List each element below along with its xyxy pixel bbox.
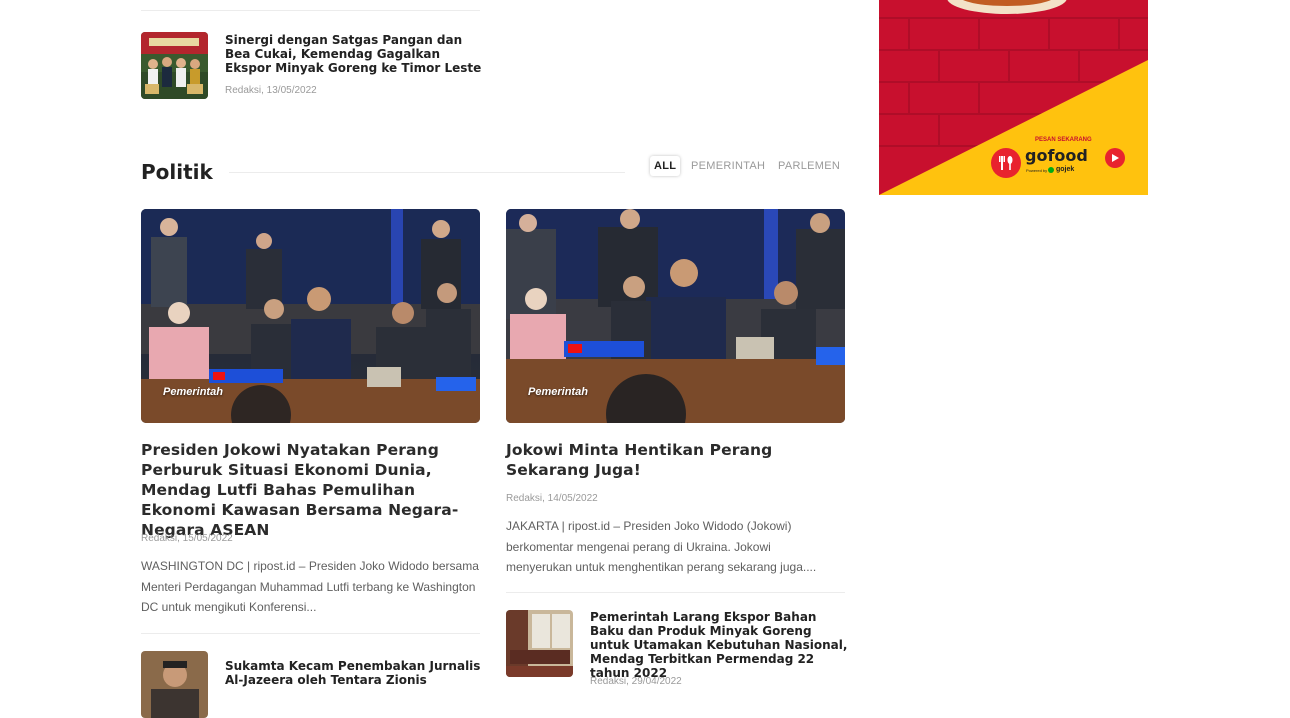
gofood-brand: gofood bbox=[1025, 146, 1088, 165]
top-article-meta: Redaksi, 13/05/2022 bbox=[225, 85, 317, 96]
list-item-title-right[interactable]: Pemerintah Larang Ekspor Bahan Baku dan … bbox=[590, 610, 848, 680]
thumbnail-image bbox=[141, 32, 208, 99]
play-icon[interactable] bbox=[1105, 148, 1125, 168]
powered-by-text: Powered by bbox=[1026, 168, 1048, 173]
featured-meta-left: Redaksi, 15/05/2022 bbox=[141, 533, 233, 544]
gofood-ad-banner[interactable]: PESAN SEKARANG gofood Powered by gojek bbox=[879, 0, 1148, 195]
featured-title-left[interactable]: Presiden Jokowi Nyatakan Perang Perburuk… bbox=[141, 440, 481, 540]
section-divider bbox=[229, 172, 625, 173]
ad-cta-text: PESAN SEKARANG bbox=[1035, 137, 1092, 143]
featured-excerpt-left: WASHINGTON DC | ripost.id – Presiden Jok… bbox=[141, 559, 479, 614]
thumbnail-image bbox=[506, 610, 573, 677]
top-article-thumbnail[interactable] bbox=[141, 32, 208, 99]
divider-right bbox=[506, 592, 845, 593]
gojek-icon bbox=[1048, 167, 1054, 173]
thumbnail-image bbox=[141, 651, 208, 718]
top-article-title[interactable]: Sinergi dengan Satgas Pangan dan Bea Cuk… bbox=[225, 33, 483, 75]
gojek-brand: gojek bbox=[1056, 166, 1075, 173]
tab-parlemen[interactable]: PARLEMEN bbox=[778, 160, 840, 172]
tab-pemerintah[interactable]: PEMERINTAH bbox=[691, 160, 765, 172]
list-item-meta-right: Redaksi, 29/04/2022 bbox=[590, 676, 682, 687]
section-title: Politik bbox=[141, 160, 213, 184]
tab-all[interactable]: ALL bbox=[650, 156, 681, 176]
featured-meta-right: Redaksi, 14/05/2022 bbox=[506, 493, 598, 504]
play-triangle bbox=[1112, 154, 1119, 162]
featured-image-right[interactable]: Pemerintah bbox=[506, 209, 845, 423]
featured-excerpt-right: JAKARTA | ripost.id – Presiden Joko Wido… bbox=[506, 519, 817, 574]
featured-category-right[interactable]: Pemerintah bbox=[528, 386, 588, 398]
featured-title-right[interactable]: Jokowi Minta Hentikan Perang Sekarang Ju… bbox=[506, 440, 846, 480]
list-item-thumbnail-left[interactable] bbox=[141, 651, 208, 718]
divider-left bbox=[141, 633, 480, 634]
gofood-logo-icon bbox=[991, 148, 1021, 178]
fork-spoon-icon bbox=[999, 156, 1013, 170]
list-item-thumbnail-right[interactable] bbox=[506, 610, 573, 677]
divider-top bbox=[141, 10, 480, 11]
featured-category-left[interactable]: Pemerintah bbox=[163, 386, 223, 398]
list-item-title-left[interactable]: Sukamta Kecam Penembakan Jurnalis Al-Jaz… bbox=[225, 659, 483, 687]
featured-image-left[interactable]: Pemerintah bbox=[141, 209, 480, 423]
